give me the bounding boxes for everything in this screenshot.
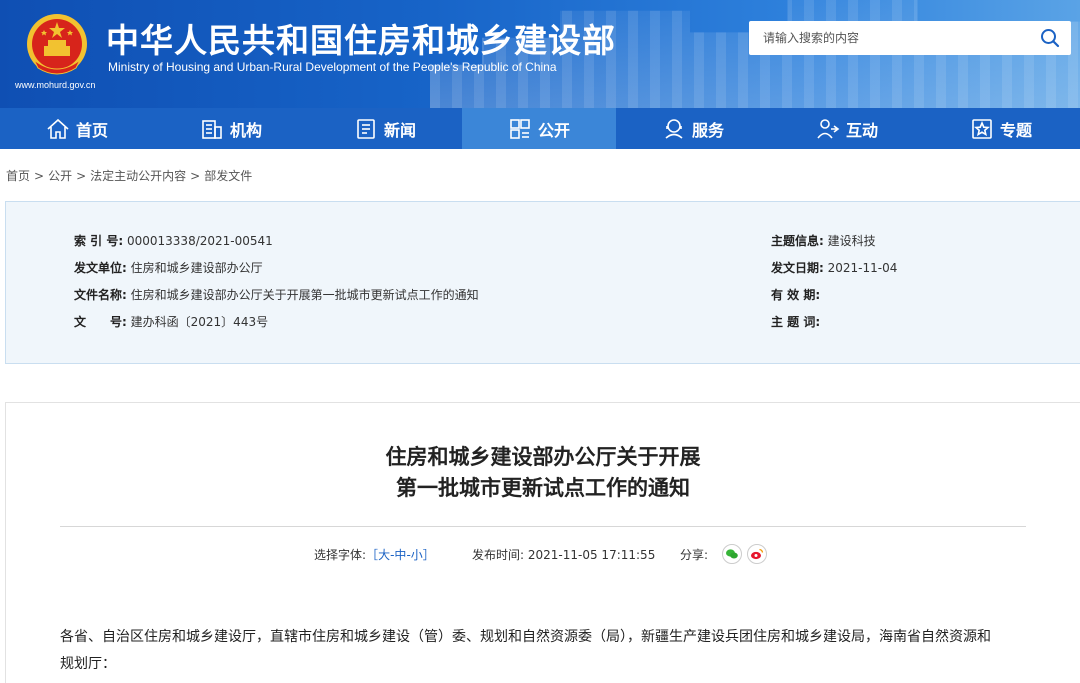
nav-item-news[interactable]: 新闻 [308,108,462,149]
info-keywords: 主 题 词: [771,313,820,330]
info-valid-label: 有 效 期: [771,288,821,302]
publish-time-value: 2021-11-05 17:11:55 [527,548,656,562]
article-body-line1: 各省、自治区住房和城乡建设厅，直辖市住房和城乡建设（管）委、规划和自然资源委（局… [60,629,991,645]
interact-icon [817,118,840,139]
document-info-box [5,201,1080,364]
site-title: 中华人民共和国住房和城乡建设部 [106,21,616,60]
building-icon [202,119,222,139]
breadcrumb-statutory[interactable]: 法定主动公开内容 [90,169,186,183]
info-index-value: 000013338/2021-00541 [126,234,273,248]
search-input[interactable] [749,21,1029,55]
site-subtitle: Ministry of Housing and Urban-Rural Deve… [108,60,557,74]
nav-item-label: 专题 [999,120,1032,140]
info-topic: 主题信息: 建设科技 [771,232,876,249]
nav-item-service[interactable]: 服务 [616,108,770,149]
article-title-line2: 第一批城市更新试点工作的通知 [396,476,690,500]
info-date: 发文日期: 2021-11-04 [771,259,897,276]
nav-item-label: 机构 [229,120,262,140]
article-body: 各省、自治区住房和城乡建设厅，直辖市住房和城乡建设（管）委、规划和自然资源委（局… [60,624,1030,678]
font-small-link[interactable]: 小 [411,548,423,562]
nav-item-label: 服务 [691,120,724,140]
publish-time-label: 发布时间: [472,548,525,562]
nav-item-home[interactable]: 首页 [0,108,154,149]
info-org-label: 发文单位: [74,261,127,275]
weibo-share-icon[interactable] [747,544,767,564]
open-icon [510,118,530,139]
info-org: 发文单位: 住房和城乡建设部办公厅 [74,259,263,276]
info-topic-label: 主题信息: [771,234,824,248]
breadcrumb-open[interactable]: 公开 [48,169,72,183]
breadcrumb: 首页 > 公开 > 法定主动公开内容 > 部发文件 [6,169,253,183]
info-docno-value: 建办科函〔2021〕443号 [130,315,269,329]
info-org-value: 住房和城乡建设部办公厅 [130,261,263,275]
info-index: 索 引 号: 000013338/2021-00541 [74,232,273,249]
info-docname: 文件名称: 住房和城乡建设部办公厅关于开展第一批城市更新试点工作的通知 [74,286,479,303]
home-icon [47,118,69,139]
main-nav: 首页 机构 新闻 公开 服务 互动 专题 [0,108,1080,149]
nav-item-topic[interactable]: 专题 [924,108,1078,149]
share-label: 分享: [680,548,709,562]
nav-item-label: 互动 [845,120,878,140]
font-size-selector: 选择字体:［大-中-小］ [314,546,435,563]
search-icon[interactable] [1039,27,1061,49]
breadcrumb-home[interactable]: 首页 [6,169,30,183]
info-docno: 文 号: 建办科函〔2021〕443号 [74,313,268,330]
font-large-link[interactable]: 大 [378,548,390,562]
publish-time: 发布时间: 2021-11-05 17:11:55 [472,546,655,563]
search-box [749,21,1071,55]
service-icon [665,118,683,139]
nav-item-label: 首页 [75,120,108,140]
article-title-line1: 住房和城乡建设部办公厅关于开展 [385,445,701,469]
nav-item-interact[interactable]: 互动 [770,108,924,149]
info-date-label: 发文日期: [771,261,824,275]
font-select-label: 选择字体: [314,548,367,562]
font-bracket-close: ］ [422,548,435,562]
nav-item-open[interactable]: 公开 [462,108,616,149]
wechat-share-icon[interactable] [722,544,742,564]
site-header: 中华人民共和国住房和城乡建设部 Ministry of Housing and … [0,0,1080,108]
title-divider [60,526,1026,527]
nav-item-label: 新闻 [383,120,416,140]
info-keywords-label: 主 题 词: [771,315,821,329]
breadcrumb-ministry-docs[interactable]: 部发文件 [204,169,252,183]
nav-item-institution[interactable]: 机构 [154,108,308,149]
info-docname-label: 文件名称: [74,288,127,302]
nav-item-label: 公开 [537,120,570,140]
national-emblem-icon [27,14,87,75]
site-url: www.mohurd.gov.cn [15,80,96,90]
info-valid: 有 效 期: [771,286,820,303]
info-docname-value: 住房和城乡建设部办公厅关于开展第一批城市更新试点工作的通知 [130,288,479,302]
font-medium-link[interactable]: 中 [394,548,406,562]
article-body-line2: 规划厅： [60,656,116,672]
info-date-value: 2021-11-04 [827,261,898,275]
info-topic-value: 建设科技 [827,234,876,248]
topic-icon [972,118,992,139]
news-icon [357,118,375,139]
font-bracket-open: ［ [366,548,379,562]
info-docno-label: 文 号: [74,315,127,329]
info-index-label: 索 引 号: [74,234,124,248]
